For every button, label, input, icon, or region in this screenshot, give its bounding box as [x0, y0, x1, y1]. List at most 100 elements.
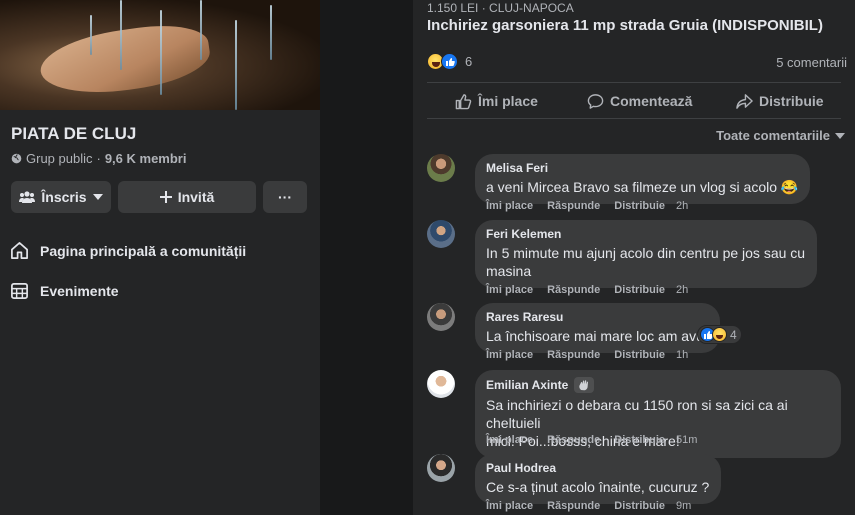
comment-bubble: Rares Raresu La închisoare mai mare loc …	[475, 303, 720, 353]
comment-like-link[interactable]: Îmi place	[486, 284, 533, 296]
post-panel: 1.150 LEI · CLUJ-NAPOCA Inchiriez garson…	[413, 0, 855, 515]
group-members[interactable]: 9,6 K membri	[105, 151, 187, 166]
share-icon	[736, 93, 753, 109]
avatar[interactable]	[427, 154, 455, 182]
calendar-icon	[11, 282, 28, 299]
joined-button[interactable]: Înscris	[11, 181, 111, 213]
sort-label: Toate comentariile	[716, 128, 830, 143]
post-price-location: 1.150 LEI · CLUJ-NAPOCA	[427, 1, 574, 15]
invite-button[interactable]: Invită	[118, 181, 256, 213]
people-icon	[19, 191, 36, 203]
comment-button[interactable]: Comentează	[587, 90, 692, 112]
top-fan-badge-icon[interactable]	[574, 377, 595, 393]
comment-text-line: In 5 mimute mu ajunj acolo din centru pe…	[486, 245, 806, 261]
comment-actions: Îmi place Răspunde Distribuie 2h	[486, 284, 688, 296]
comment-bubble: Feri Kelemen In 5 mimute mu ajunj acolo …	[475, 220, 818, 288]
comment-like-link[interactable]: Îmi place	[486, 434, 533, 446]
post-reactions[interactable]: 6	[427, 53, 472, 70]
comment-author[interactable]: Melisa Feri	[486, 161, 798, 175]
joined-label: Înscris	[41, 189, 87, 205]
more-options-button[interactable]: ···	[263, 181, 307, 213]
comment-actions: Îmi place Răspunde Distribuie 1h	[486, 349, 688, 361]
like-reaction-icon	[441, 53, 458, 70]
caret-down-icon	[92, 194, 103, 200]
comment-actions: Îmi place Răspunde Distribuie 2h	[486, 200, 688, 212]
thumbs-up-icon	[703, 330, 713, 339]
nav-events[interactable]: Evenimente	[10, 281, 119, 300]
plus-icon	[159, 191, 172, 203]
nav-home[interactable]: Pagina principală a comunității	[10, 241, 246, 260]
share-button[interactable]: Distribuie	[736, 90, 824, 112]
like-button[interactable]: Îmi place	[455, 90, 538, 112]
comment-author[interactable]: Feri Kelemen	[486, 227, 805, 241]
cover-water-drop	[90, 15, 92, 55]
comment-like-link[interactable]: Îmi place	[486, 500, 533, 512]
comment-author-row: Emilian Axinte	[486, 377, 829, 393]
comment-time[interactable]: 51m	[676, 434, 697, 446]
cover-water-drop	[270, 5, 272, 60]
comment-text: La închisoare mai mare loc am avut	[486, 328, 708, 344]
comment-share-link[interactable]: Distribuie	[614, 284, 665, 296]
comment-author[interactable]: Paul Hodrea	[486, 461, 709, 475]
cover-water-drop	[200, 0, 202, 60]
nav-events-label: Evenimente	[40, 282, 119, 299]
comment-sort-dropdown[interactable]: Toate comentariile	[716, 128, 845, 143]
comment-share-link[interactable]: Distribuie	[614, 200, 665, 212]
comment-share-link[interactable]: Distribuie	[614, 434, 665, 446]
cover-water-drop	[235, 20, 237, 110]
comment-time[interactable]: 2h	[676, 200, 688, 212]
comment-like-link[interactable]: Îmi place	[486, 200, 533, 212]
comment-reply-link[interactable]: Răspunde	[547, 434, 600, 446]
comment-time[interactable]: 1h	[676, 349, 688, 361]
comments-count[interactable]: 5 comentarii	[776, 55, 847, 70]
globe-icon	[11, 153, 22, 164]
comment-reply-link[interactable]: Răspunde	[547, 284, 600, 296]
divider	[427, 118, 841, 119]
group-meta: Grup public · 9,6 K membri	[11, 151, 186, 166]
caret-down-icon	[835, 132, 845, 139]
home-icon	[11, 242, 28, 259]
avatar[interactable]	[427, 370, 455, 398]
comment-reply-link[interactable]: Răspunde	[547, 200, 600, 212]
cover-water-drop	[120, 0, 122, 70]
group-sidebar: PIATA DE CLUJ Grup public · 9,6 K membri…	[0, 0, 320, 515]
comment-text: In 5 mimute mu ajunj acolo din centru pe…	[486, 244, 805, 280]
post-title: Inchiriez garsoniera 11 mp strada Gruia …	[427, 17, 823, 34]
reactions-count: 6	[465, 54, 473, 69]
more-options-label: ···	[278, 189, 292, 205]
comment-reactions[interactable]: 4	[697, 325, 742, 344]
comment-time[interactable]: 9m	[676, 500, 691, 512]
comment-time[interactable]: 2h	[676, 284, 688, 296]
thumbs-up-outline-icon	[455, 93, 472, 109]
comment-text-line: Sa inchiriezi o debara cu 1150 ron si sa…	[486, 397, 788, 431]
thumbs-up-icon	[445, 57, 455, 66]
haha-reaction-icon	[712, 327, 727, 342]
meta-separator: ·	[96, 151, 101, 166]
comment-reply-link[interactable]: Răspunde	[547, 500, 600, 512]
nav-home-label: Pagina principală a comunității	[40, 242, 247, 259]
comment-bubble: Melisa Feri a veni Mircea Bravo sa filme…	[475, 154, 811, 204]
comment-author[interactable]: Rares Raresu	[486, 310, 708, 324]
comment-reply-link[interactable]: Răspunde	[547, 349, 600, 361]
group-privacy: Grup public	[26, 151, 93, 166]
avatar[interactable]	[427, 220, 455, 248]
comment-share-link[interactable]: Distribuie	[614, 500, 665, 512]
comment-reaction-count: 4	[730, 327, 737, 342]
comment-actions: Îmi place Răspunde Distribuie 9m	[486, 500, 691, 512]
avatar[interactable]	[427, 454, 455, 482]
comment-label: Comentează	[610, 93, 693, 109]
group-name[interactable]: PIATA DE CLUJ	[11, 124, 136, 144]
share-label: Distribuie	[759, 93, 824, 109]
comment-bubble: Paul Hodrea Ce s-a ținut acolo înainte, …	[475, 454, 722, 504]
comment-like-link[interactable]: Îmi place	[486, 349, 533, 361]
comment-actions: Îmi place Răspunde Distribuie 51m	[486, 434, 697, 446]
comment-author[interactable]: Emilian Axinte	[486, 378, 568, 392]
divider	[427, 82, 841, 83]
group-cover-photo[interactable]	[0, 0, 320, 110]
like-label: Îmi place	[478, 93, 538, 109]
invite-label: Invită	[177, 189, 215, 205]
comment-share-link[interactable]: Distribuie	[614, 349, 665, 361]
cover-water-drop	[160, 10, 162, 95]
comment-text: a veni Mircea Bravo sa filmeze un vlog s…	[486, 179, 799, 195]
avatar[interactable]	[427, 303, 455, 331]
